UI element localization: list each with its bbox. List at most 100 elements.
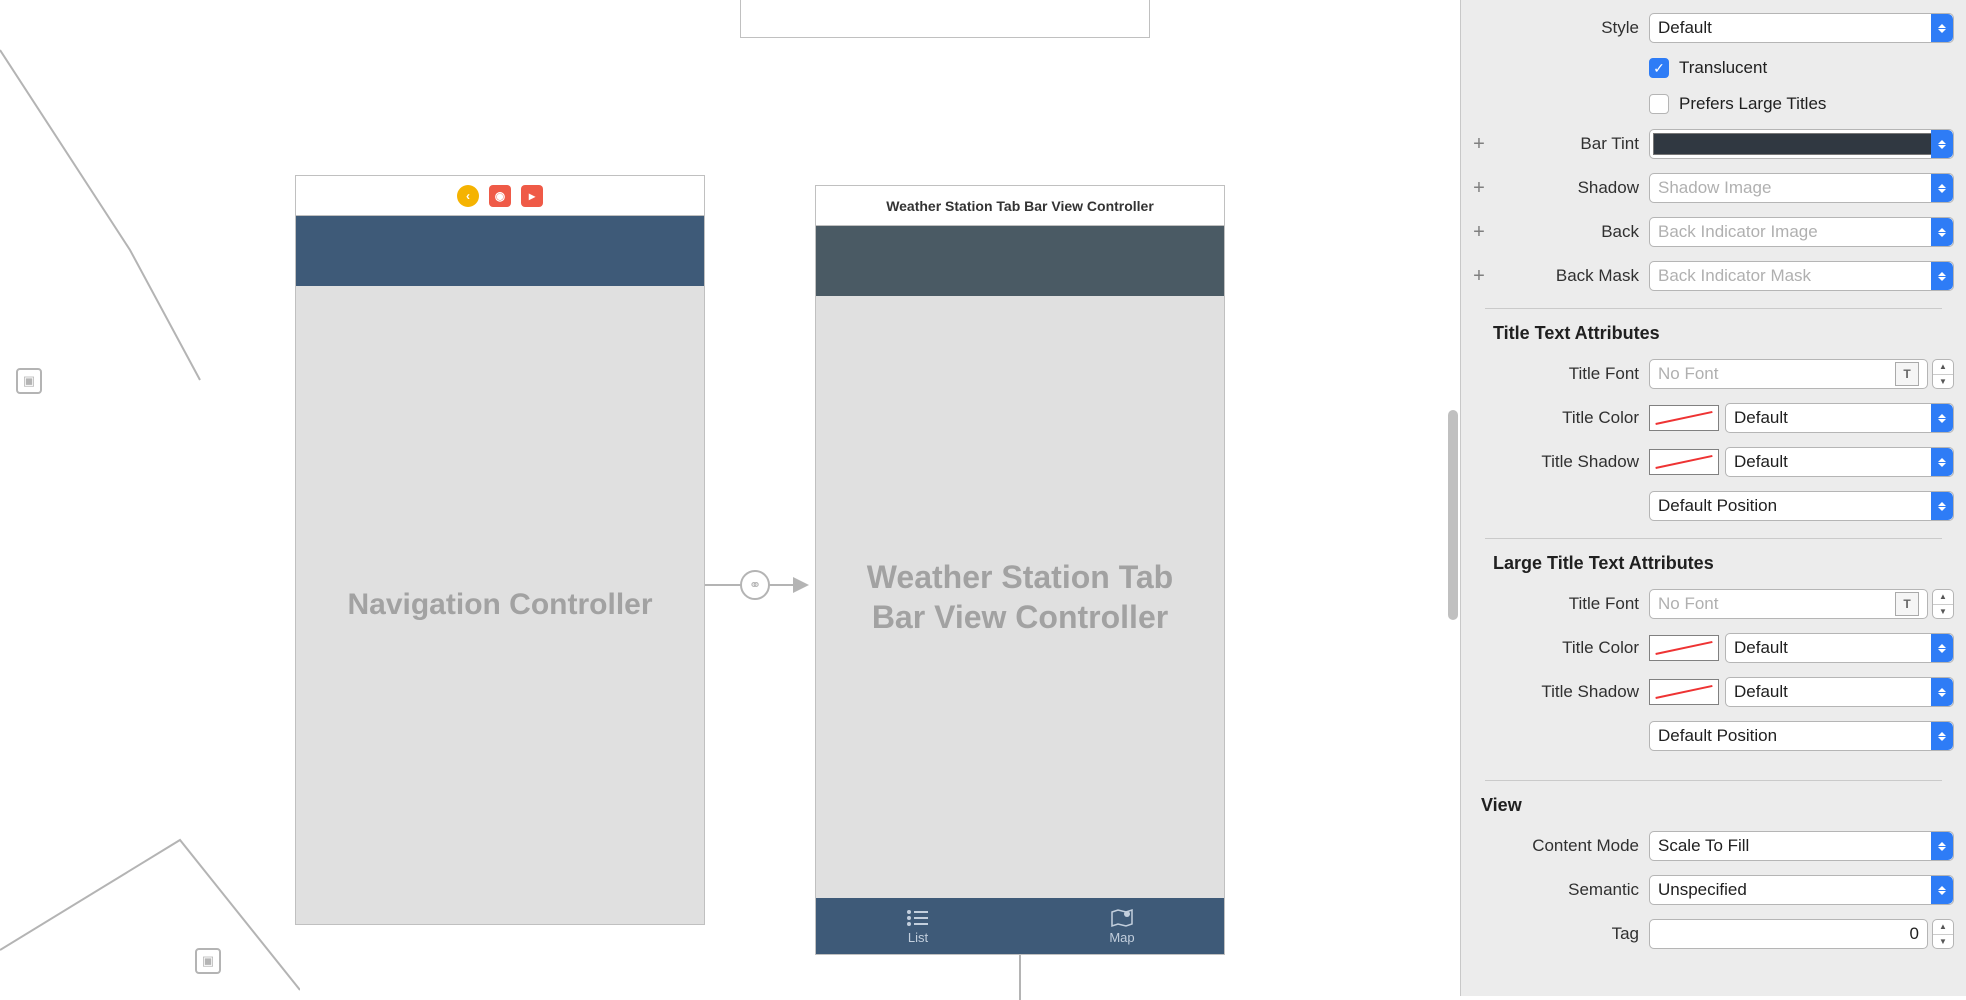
segue-line-down bbox=[1015, 955, 1025, 1000]
shadow-label: Shadow bbox=[1497, 178, 1649, 198]
list-icon bbox=[906, 908, 930, 928]
add-button-back[interactable]: + bbox=[1461, 221, 1497, 244]
semantic-popup[interactable]: Unspecified bbox=[1649, 875, 1954, 905]
title-font-placeholder: No Font bbox=[1658, 364, 1718, 384]
title-font-label: Title Font bbox=[1497, 364, 1649, 384]
title-color-label: Title Color bbox=[1497, 408, 1649, 428]
nav-scene-body: Navigation Controller bbox=[296, 286, 704, 924]
chevron-down-icon bbox=[1931, 404, 1953, 432]
chevron-down-icon bbox=[1931, 218, 1953, 246]
shadow-popup[interactable]: Shadow Image bbox=[1649, 173, 1954, 203]
title-font-stepper[interactable]: ▲▼ bbox=[1932, 359, 1954, 389]
section-title-text-attrs: Title Text Attributes bbox=[1461, 309, 1966, 352]
tag-value: 0 bbox=[1910, 924, 1919, 944]
large-font-placeholder: No Font bbox=[1658, 594, 1718, 614]
bar-tint-swatch bbox=[1653, 133, 1950, 155]
back-mask-popup[interactable]: Back Indicator Mask bbox=[1649, 261, 1954, 291]
chevron-down-icon bbox=[1931, 634, 1953, 662]
title-shadow-well[interactable] bbox=[1649, 449, 1719, 475]
tag-label: Tag bbox=[1497, 924, 1649, 944]
title-color-well[interactable] bbox=[1649, 405, 1719, 431]
nav-bar-preview[interactable] bbox=[296, 216, 704, 286]
partial-scene-top bbox=[740, 0, 1150, 38]
scene-header-tabbar[interactable]: Weather Station Tab Bar View Controller bbox=[816, 186, 1224, 226]
chevron-down-icon bbox=[1931, 876, 1953, 904]
segue-relationship-icon[interactable]: ⚭ bbox=[740, 570, 770, 600]
large-font-field[interactable]: No Font T bbox=[1649, 589, 1928, 619]
tabbar-controller-scene[interactable]: Weather Station Tab Bar View Controller … bbox=[815, 185, 1225, 955]
large-color-label: Title Color bbox=[1497, 638, 1649, 658]
segue-connector-bottom[interactable]: ▣ bbox=[195, 948, 221, 974]
title-color-popup[interactable]: Default bbox=[1725, 403, 1954, 433]
chevron-down-icon bbox=[1931, 262, 1953, 290]
title-shadow-position-popup[interactable]: Default Position bbox=[1649, 491, 1954, 521]
large-shadow-popup[interactable]: Default bbox=[1725, 677, 1954, 707]
section-large-title-attrs: Large Title Text Attributes bbox=[1461, 539, 1966, 582]
title-shadow-position-value: Default Position bbox=[1658, 496, 1777, 516]
back-mask-placeholder: Back Indicator Mask bbox=[1658, 266, 1811, 286]
vc-icon: ‹ bbox=[457, 185, 479, 207]
content-mode-popup[interactable]: Scale To Fill bbox=[1649, 831, 1954, 861]
chevron-down-icon bbox=[1931, 174, 1953, 202]
large-color-well[interactable] bbox=[1649, 635, 1719, 661]
tab-item-map[interactable]: Map bbox=[1020, 898, 1224, 954]
back-label: Back bbox=[1497, 222, 1649, 242]
font-picker-icon[interactable]: T bbox=[1895, 592, 1919, 616]
large-color-value: Default bbox=[1734, 638, 1788, 658]
add-button-shadow[interactable]: + bbox=[1461, 177, 1497, 200]
translucent-checkbox[interactable]: ✓ bbox=[1649, 58, 1669, 78]
segue-line-incoming-top bbox=[0, 0, 300, 500]
scene-header-nav[interactable]: ‹ ◉ ▸ bbox=[296, 176, 704, 216]
tab-label-list: List bbox=[908, 930, 928, 945]
chevron-down-icon bbox=[1931, 130, 1953, 158]
title-shadow-popup[interactable]: Default bbox=[1725, 447, 1954, 477]
add-button-backmask[interactable]: + bbox=[1461, 265, 1497, 288]
prefers-large-titles-checkbox[interactable] bbox=[1649, 94, 1669, 114]
shadow-placeholder: Shadow Image bbox=[1658, 178, 1771, 198]
title-font-field[interactable]: No Font T bbox=[1649, 359, 1928, 389]
back-mask-label: Back Mask bbox=[1497, 266, 1649, 286]
tabbar-scene-body: Weather Station Tab Bar View Controller bbox=[816, 296, 1224, 898]
style-label: Style bbox=[1497, 18, 1649, 38]
semantic-label: Semantic bbox=[1497, 880, 1649, 900]
tab-label-map: Map bbox=[1109, 930, 1134, 945]
chevron-down-icon bbox=[1931, 722, 1953, 750]
large-shadow-value: Default bbox=[1734, 682, 1788, 702]
large-font-stepper[interactable]: ▲▼ bbox=[1932, 589, 1954, 619]
tabbar-navbar-preview[interactable] bbox=[816, 226, 1224, 296]
chevron-down-icon bbox=[1931, 492, 1953, 520]
large-shadow-label: Title Shadow bbox=[1497, 682, 1649, 702]
tag-field[interactable]: 0 bbox=[1649, 919, 1928, 949]
nav-controller-scene[interactable]: ‹ ◉ ▸ Navigation Controller bbox=[295, 175, 705, 925]
content-mode-label: Content Mode bbox=[1497, 836, 1649, 856]
large-shadow-position-popup[interactable]: Default Position bbox=[1649, 721, 1954, 751]
segue-connector-top[interactable]: ▣ bbox=[16, 368, 42, 394]
large-shadow-position-value: Default Position bbox=[1658, 726, 1777, 746]
add-button-bartint[interactable]: + bbox=[1461, 133, 1497, 156]
chevron-down-icon bbox=[1931, 678, 1953, 706]
large-font-label: Title Font bbox=[1497, 594, 1649, 614]
back-popup[interactable]: Back Indicator Image bbox=[1649, 217, 1954, 247]
back-placeholder: Back Indicator Image bbox=[1658, 222, 1818, 242]
exit-icon: ▸ bbox=[521, 185, 543, 207]
bar-tint-popup[interactable] bbox=[1649, 129, 1954, 159]
canvas-scroll-indicator[interactable] bbox=[1448, 410, 1458, 620]
style-popup[interactable]: Default bbox=[1649, 13, 1954, 43]
content-mode-value: Scale To Fill bbox=[1658, 836, 1749, 856]
tag-stepper[interactable]: ▲▼ bbox=[1932, 919, 1954, 949]
translucent-label: Translucent bbox=[1679, 58, 1767, 78]
storyboard-canvas[interactable]: ▣ ▣ ‹ ◉ ▸ Navigation Controller ⚭ Weathe… bbox=[0, 0, 1460, 996]
font-picker-icon[interactable]: T bbox=[1895, 362, 1919, 386]
tab-item-list[interactable]: List bbox=[816, 898, 1020, 954]
large-shadow-well[interactable] bbox=[1649, 679, 1719, 705]
bar-tint-label: Bar Tint bbox=[1497, 134, 1649, 154]
attributes-inspector: Style Default ✓ Translucent Prefers Larg… bbox=[1460, 0, 1966, 996]
nav-scene-title: Navigation Controller bbox=[347, 588, 652, 622]
chevron-down-icon bbox=[1931, 14, 1953, 42]
segue-line-incoming-bottom bbox=[0, 700, 300, 1000]
prefers-large-titles-label: Prefers Large Titles bbox=[1679, 94, 1826, 114]
tabbar-scene-title: Weather Station Tab Bar View Controller bbox=[836, 557, 1204, 637]
section-view: View bbox=[1461, 781, 1966, 824]
tab-bar[interactable]: List Map bbox=[816, 898, 1224, 954]
large-color-popup[interactable]: Default bbox=[1725, 633, 1954, 663]
